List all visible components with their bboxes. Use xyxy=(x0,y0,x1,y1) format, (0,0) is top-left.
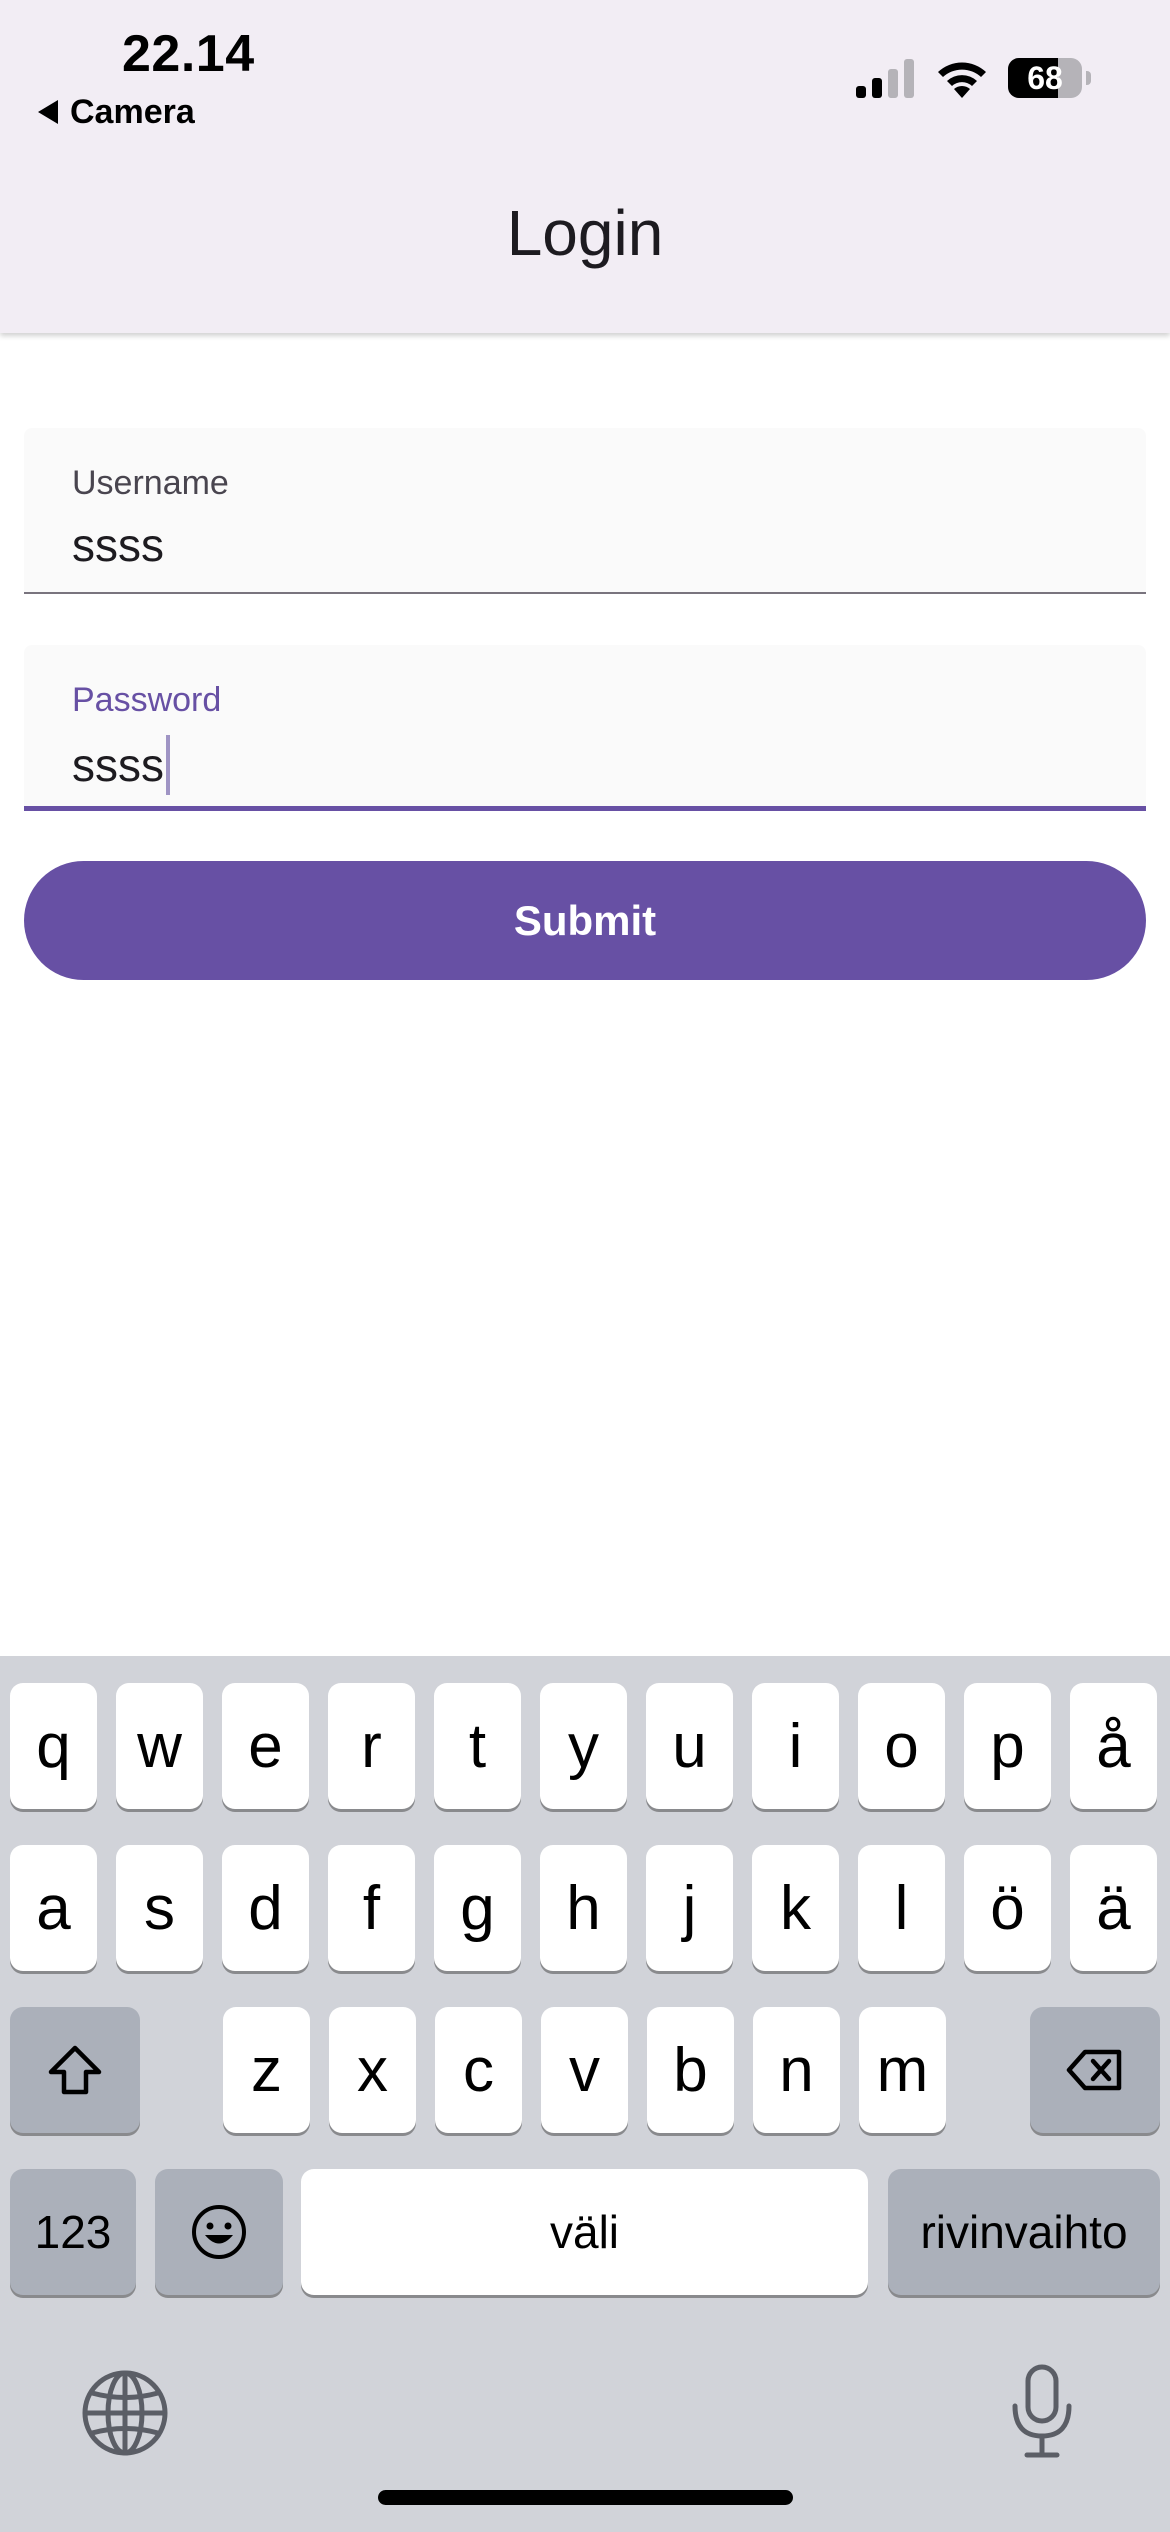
key-y[interactable]: y xyxy=(540,1683,627,1809)
key-c[interactable]: c xyxy=(435,2007,522,2133)
key-d[interactable]: d xyxy=(222,1845,309,1971)
username-value: ssss xyxy=(72,519,164,571)
key-i[interactable]: i xyxy=(752,1683,839,1809)
key-p[interactable]: p xyxy=(964,1683,1051,1809)
signal-bar-2 xyxy=(872,78,882,98)
signal-bar-3 xyxy=(888,69,898,98)
key-r[interactable]: r xyxy=(328,1683,415,1809)
key-n[interactable]: n xyxy=(753,2007,840,2133)
key-ä[interactable]: ä xyxy=(1070,1845,1157,1971)
back-app-label: Camera xyxy=(70,92,195,131)
password-input[interactable]: ssss xyxy=(72,735,170,795)
key-g[interactable]: g xyxy=(434,1845,521,1971)
key-q[interactable]: q xyxy=(10,1683,97,1809)
microphone-icon[interactable] xyxy=(1003,2362,1081,2462)
battery-percent: 68 xyxy=(1027,60,1063,96)
home-indicator[interactable] xyxy=(378,2490,793,2505)
username-input[interactable]: ssss xyxy=(72,518,164,572)
key-h[interactable]: h xyxy=(540,1845,627,1971)
key-j[interactable]: j xyxy=(646,1845,733,1971)
backspace-key[interactable] xyxy=(1030,2007,1160,2133)
return-key[interactable]: rivinvaihto xyxy=(888,2169,1160,2295)
submit-button[interactable]: Submit xyxy=(24,861,1146,980)
numbers-key[interactable]: 123 xyxy=(10,2169,136,2295)
status-time: 22.14 xyxy=(122,25,255,83)
key-m[interactable]: m xyxy=(859,2007,946,2133)
back-to-app-button[interactable]: Camera xyxy=(38,92,195,132)
key-z[interactable]: z xyxy=(223,2007,310,2133)
key-w[interactable]: w xyxy=(116,1683,203,1809)
backspace-icon xyxy=(1066,2049,1122,2091)
password-label: Password xyxy=(72,681,222,719)
globe-icon[interactable] xyxy=(80,2368,170,2458)
password-value: ssss xyxy=(72,739,164,791)
key-å[interactable]: å xyxy=(1070,1683,1157,1809)
emoji-icon xyxy=(192,2205,246,2259)
username-label: Username xyxy=(72,464,229,502)
key-k[interactable]: k xyxy=(752,1845,839,1971)
text-cursor xyxy=(166,735,170,795)
login-screen: 22.14 Camera 68 Login Username ssss Pass… xyxy=(0,0,1170,2532)
onscreen-keyboard: 123 väli rivinvaihto q w e r t y u i o p… xyxy=(0,1656,1170,2532)
page-title: Login xyxy=(506,197,664,269)
key-v[interactable]: v xyxy=(541,2007,628,2133)
key-t[interactable]: t xyxy=(434,1683,521,1809)
space-key[interactable]: väli xyxy=(301,2169,868,2295)
key-b[interactable]: b xyxy=(647,2007,734,2133)
battery-icon: 68 xyxy=(1008,58,1092,98)
key-l[interactable]: l xyxy=(858,1845,945,1971)
signal-bar-1 xyxy=(856,86,866,98)
key-u[interactable]: u xyxy=(646,1683,733,1809)
key-f[interactable]: f xyxy=(328,1845,415,1971)
key-e[interactable]: e xyxy=(222,1683,309,1809)
password-field[interactable]: Password ssss xyxy=(24,645,1146,811)
cellular-signal-icon xyxy=(856,59,914,98)
shift-key[interactable] xyxy=(10,2007,140,2133)
key-s[interactable]: s xyxy=(116,1845,203,1971)
signal-bar-4 xyxy=(904,59,914,98)
key-o[interactable]: o xyxy=(858,1683,945,1809)
back-triangle-icon xyxy=(38,100,58,124)
username-field[interactable]: Username ssss xyxy=(24,428,1146,594)
shift-icon xyxy=(48,2045,102,2095)
app-bar: 22.14 Camera 68 Login xyxy=(0,0,1170,333)
key-ö[interactable]: ö xyxy=(964,1845,1051,1971)
key-x[interactable]: x xyxy=(329,2007,416,2133)
wifi-icon xyxy=(938,62,986,98)
key-a[interactable]: a xyxy=(10,1845,97,1971)
emoji-key[interactable] xyxy=(155,2169,283,2295)
